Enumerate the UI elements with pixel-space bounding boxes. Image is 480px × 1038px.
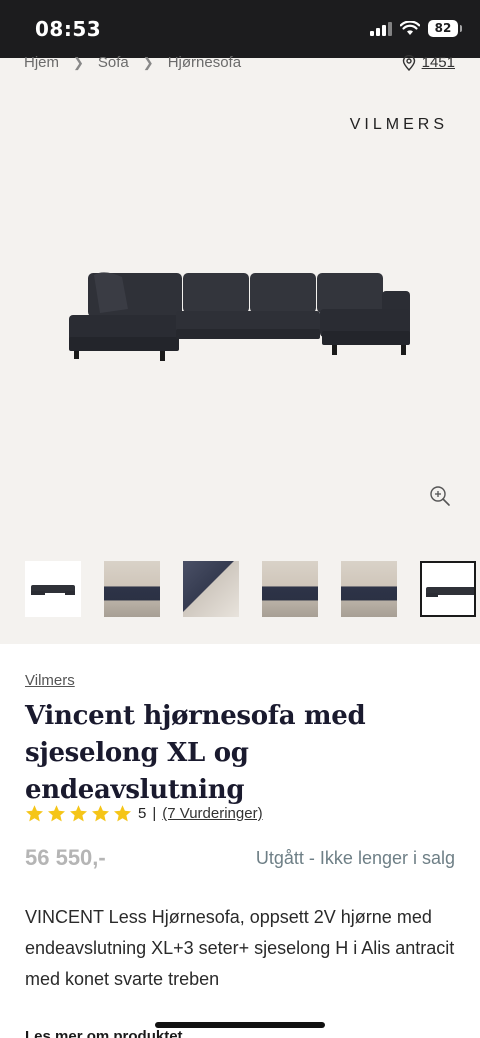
breadcrumb: Hjem ❯ Sofa ❯ Hjørnesofa (24, 54, 241, 71)
status-time: 08:53 (35, 17, 102, 41)
availability-status: Utgått - Ikke lenger i salg (255, 848, 455, 868)
star-icon (48, 805, 65, 822)
brand-link[interactable]: Vilmers (25, 672, 75, 689)
rating-value: 5 (138, 805, 147, 822)
product-price: 56 550,- (25, 845, 106, 870)
reviews-link[interactable]: (7 Vurderinger) (162, 805, 262, 822)
star-rating (25, 804, 132, 823)
star-icon (92, 805, 109, 822)
chevron-right-icon: ❯ (142, 54, 154, 70)
zoom-icon[interactable] (429, 485, 451, 507)
cellular-signal-icon (370, 21, 392, 36)
status-icons: 82 (370, 20, 462, 37)
battery-icon: 82 (428, 20, 462, 37)
thumbnail[interactable] (183, 561, 239, 617)
rating: 5 | (7 Vurderinger) (25, 804, 263, 823)
breadcrumb-sofa[interactable]: Sofa (98, 54, 129, 71)
store-selector[interactable]: 1451 (402, 54, 455, 71)
brand-logo: VILMERS (349, 116, 448, 133)
product-gallery[interactable]: Hjem ❯ Sofa ❯ Hjørnesofa 1451 VILMERS (0, 54, 480, 644)
thumbnail[interactable] (341, 561, 397, 617)
breadcrumb-home[interactable]: Hjem (24, 54, 59, 71)
product-title: Vincent hjørnesofa med sjeselong XL og e… (25, 701, 366, 805)
thumbnail[interactable] (104, 561, 160, 617)
thumbnail-selected[interactable] (420, 561, 476, 617)
location-pin-icon (402, 54, 415, 71)
star-icon (26, 805, 43, 822)
store-number[interactable]: 1451 (422, 54, 455, 71)
chevron-right-icon: ❯ (73, 54, 84, 70)
rating-separator: | (152, 805, 157, 822)
breadcrumb-corner-sofa[interactable]: Hjørnesofa (168, 54, 241, 71)
thumbnail[interactable] (25, 561, 81, 617)
star-icon (70, 805, 87, 822)
read-more-link[interactable]: Les mer om produktet (25, 1028, 183, 1038)
thumbnail-strip (25, 561, 476, 617)
product-image[interactable] (64, 263, 416, 373)
star-icon (114, 805, 131, 822)
home-indicator (155, 1022, 325, 1028)
status-bar: 08:53 82 (0, 0, 480, 58)
product-description: VINCENT Less Hjørnesofa, oppsett 2V hjør… (25, 907, 455, 989)
wifi-icon (400, 21, 420, 35)
thumbnail[interactable] (262, 561, 318, 617)
